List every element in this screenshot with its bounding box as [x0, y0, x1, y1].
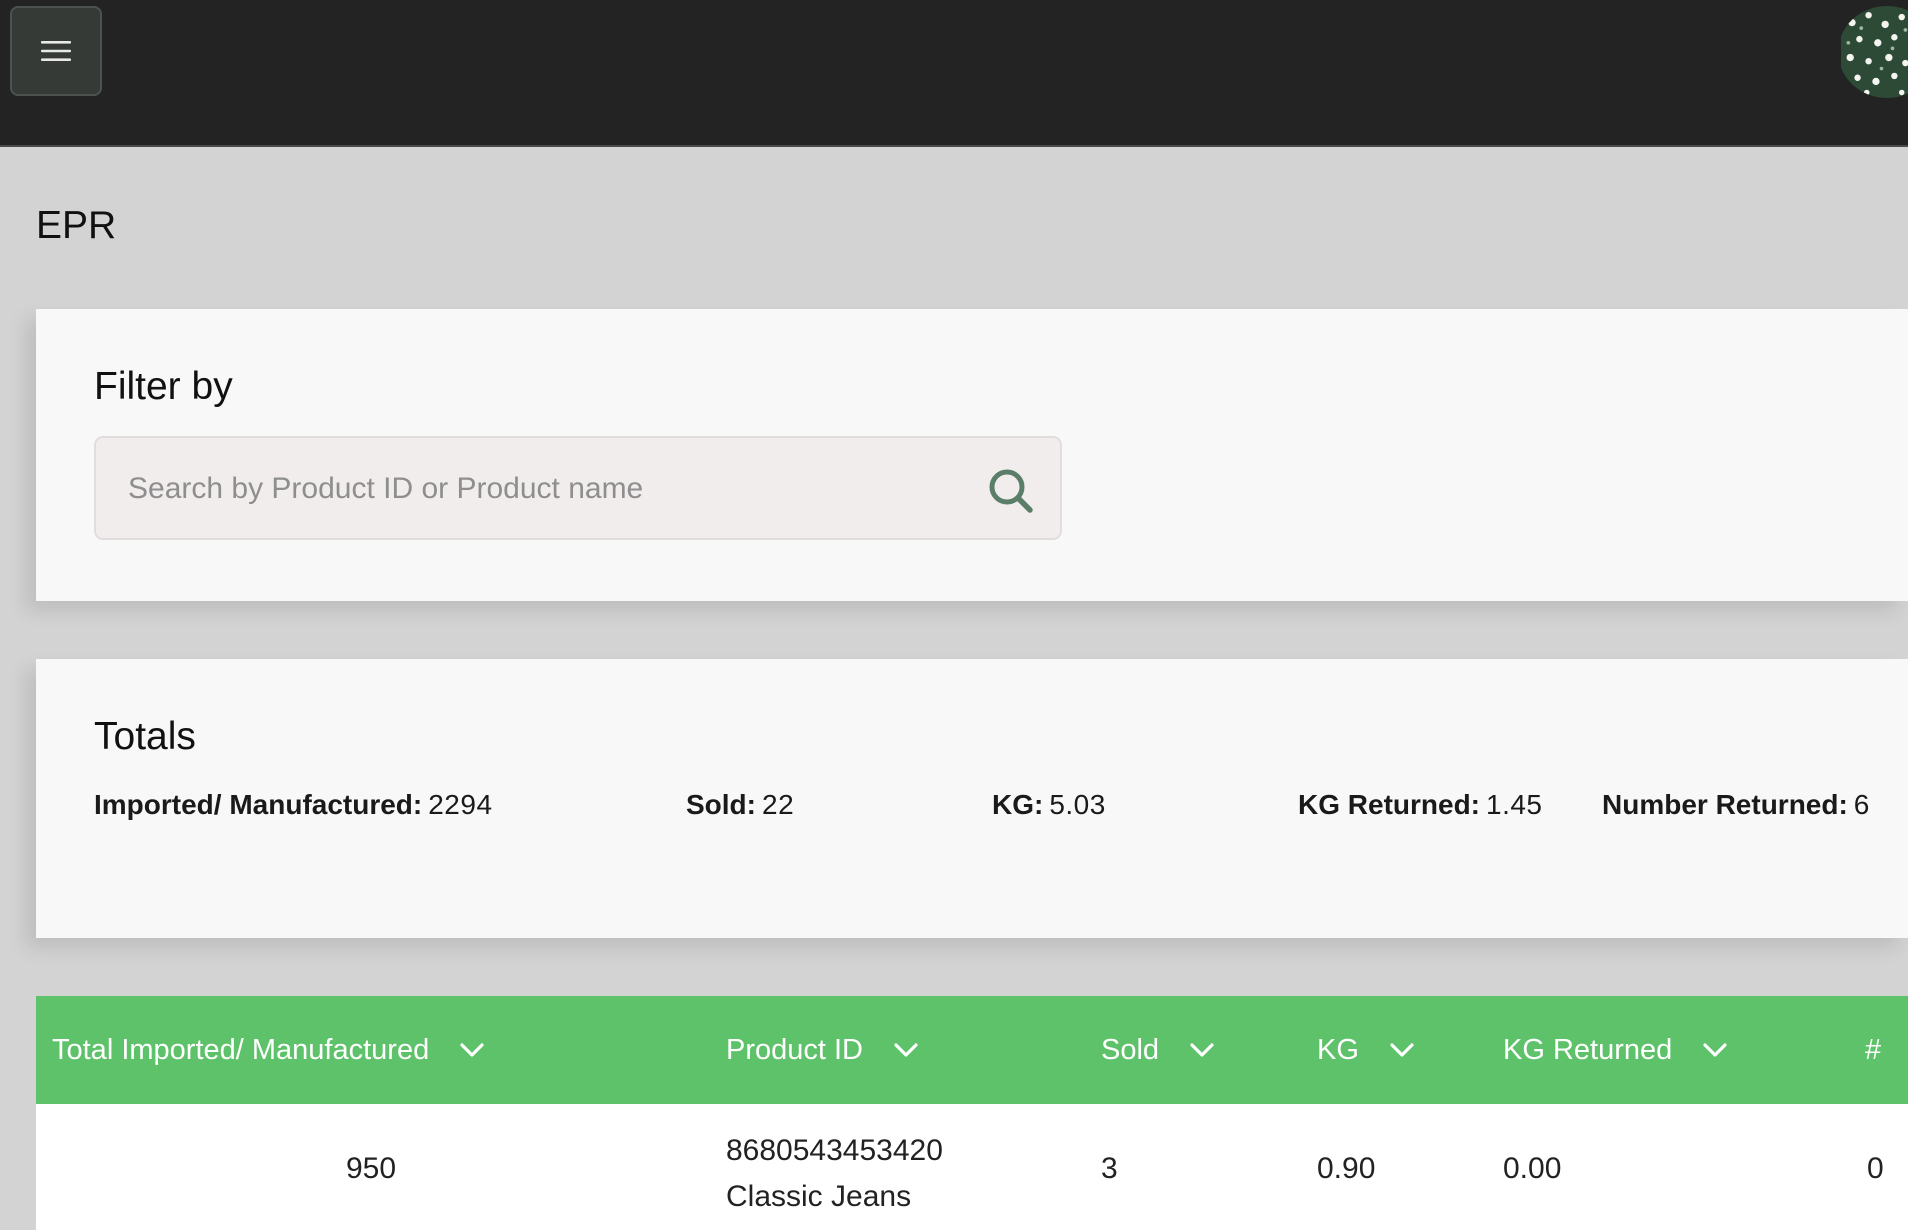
cell-product-id: 8680543453420: [726, 1134, 943, 1167]
total-number-returned: Number Returned: 6: [1602, 789, 1870, 821]
total-label: Sold:: [686, 789, 756, 820]
products-table: Total Imported/ Manufactured Product ID …: [36, 996, 1908, 1230]
cell-product: 8680543453420 Classic Jeans: [726, 1128, 943, 1220]
total-label: KG Returned:: [1298, 789, 1480, 820]
total-label: Number Returned:: [1602, 789, 1848, 820]
search-box[interactable]: [94, 436, 1062, 540]
search-icon[interactable]: [986, 466, 1036, 516]
column-label: Total Imported/ Manufactured: [52, 1033, 430, 1066]
menu-button[interactable]: [10, 6, 102, 96]
totals-heading: Totals: [94, 715, 196, 758]
column-label: KG: [1317, 1033, 1359, 1066]
cell-product-name: Classic Jeans: [726, 1180, 912, 1213]
search-input[interactable]: [126, 438, 970, 540]
column-header-number-returned[interactable]: #: [1865, 996, 1881, 1104]
total-value: 1.45: [1486, 789, 1543, 820]
total-value: 6: [1853, 789, 1870, 820]
column-label: KG Returned: [1503, 1033, 1673, 1066]
top-navbar: [0, 0, 1908, 147]
total-kg: KG: 5.03: [992, 789, 1106, 821]
filter-heading: Filter by: [94, 365, 233, 408]
totals-row: Imported/ Manufactured: 2294 Sold: 22 KG: 5…: [36, 789, 1908, 829]
cell-total-imported: 950: [346, 1152, 397, 1185]
chevron-down-icon: [1190, 1043, 1214, 1057]
user-avatar[interactable]: [1838, 6, 1908, 98]
column-header-kg-returned[interactable]: KG Returned: [1503, 996, 1728, 1104]
chevron-down-icon: [460, 1043, 484, 1057]
cell-kg: 0.90: [1317, 1152, 1376, 1185]
total-sold: Sold: 22: [686, 789, 794, 821]
chevron-down-icon: [1390, 1043, 1414, 1057]
total-imported-manufactured: Imported/ Manufactured: 2294: [94, 789, 493, 821]
total-value: 22: [762, 789, 795, 820]
column-header-total-imported[interactable]: Total Imported/ Manufactured: [52, 996, 485, 1104]
hamburger-menu-icon: [41, 41, 71, 61]
page-title: EPR: [36, 204, 117, 247]
column-header-product-id[interactable]: Product ID: [726, 996, 919, 1104]
cell-kg-returned: 0.00: [1503, 1152, 1562, 1185]
total-value: 5.03: [1049, 789, 1106, 820]
total-value: 2294: [428, 789, 493, 820]
cell-sold: 3: [1101, 1152, 1118, 1185]
column-label: Sold: [1101, 1033, 1160, 1066]
chevron-down-icon: [1703, 1043, 1727, 1057]
filter-card: Filter by: [36, 309, 1908, 601]
table-row[interactable]: 950 8680543453420 Classic Jeans 3 0.90 0…: [36, 1104, 1908, 1230]
total-label: Imported/ Manufactured:: [94, 789, 423, 820]
cell-number-returned: 0: [1867, 1152, 1884, 1185]
total-kg-returned: KG Returned: 1.45: [1298, 789, 1543, 821]
totals-card: Totals Imported/ Manufactured: 2294 Sold:…: [36, 659, 1908, 938]
column-label: #: [1865, 1033, 1882, 1066]
total-label: KG:: [992, 789, 1044, 820]
chevron-down-icon: [894, 1043, 918, 1057]
column-header-kg[interactable]: KG: [1317, 996, 1415, 1104]
column-label: Product ID: [726, 1033, 863, 1066]
table-header: Total Imported/ Manufactured Product ID …: [36, 996, 1908, 1104]
avatar-image: [1841, 6, 1908, 98]
column-header-sold[interactable]: Sold: [1101, 996, 1215, 1104]
